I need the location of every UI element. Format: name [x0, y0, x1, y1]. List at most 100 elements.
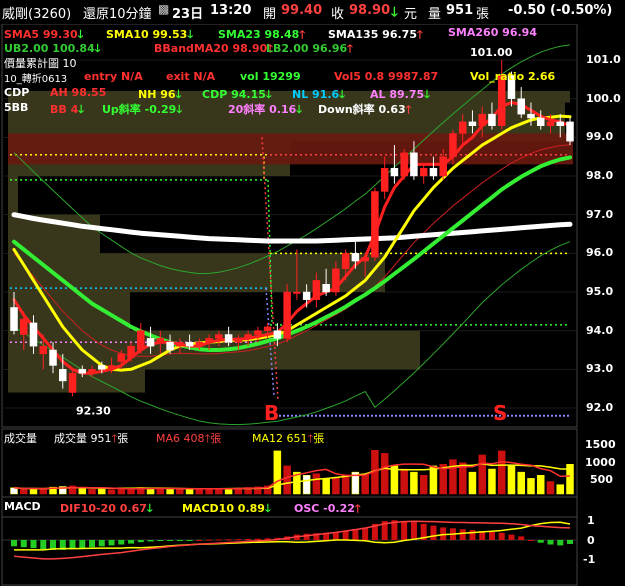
volume-label: 量 — [428, 7, 442, 22]
candlestick — [536, 117, 545, 126]
volume-bar — [39, 488, 48, 495]
osc-bar — [410, 522, 417, 540]
candlestick — [478, 113, 486, 126]
price-tick-label: 97.0 — [586, 207, 614, 221]
volume-bar — [332, 477, 340, 495]
osc-bar — [440, 527, 447, 540]
osc-bar — [98, 540, 105, 547]
candlestick — [244, 334, 252, 339]
price-tick-label: 99.0 — [586, 130, 614, 144]
osc-bar — [89, 540, 96, 548]
candlestick — [29, 322, 38, 347]
volume-bar — [517, 471, 525, 495]
osc-bar — [567, 540, 573, 544]
volume-bar — [536, 475, 545, 495]
volume-profile-bar — [8, 176, 18, 215]
macd-dif: DIF10-20 0.67🡓 — [60, 502, 153, 515]
volume-current: 成交量 951🡑張 — [54, 432, 129, 445]
osc-bar — [459, 529, 466, 540]
candlestick — [254, 330, 262, 335]
osc-bar — [527, 540, 534, 541]
price-tick-label: 95.0 — [586, 285, 614, 298]
candlestick — [400, 152, 408, 177]
indicator-label: BBandMA20 98.90🡑 — [154, 42, 274, 55]
osc-bar — [118, 540, 125, 545]
candlestick — [88, 369, 96, 374]
down-arrow-icon: 🡓 — [391, 5, 398, 20]
osc-bar — [30, 540, 37, 549]
volume-bar — [107, 489, 116, 495]
price-tick-label: 93.0 — [586, 362, 614, 376]
osc-bar — [167, 540, 174, 541]
close-unit: 元 — [404, 7, 418, 22]
osc-bar — [332, 532, 339, 540]
indicator-label: BB 4🡓 — [50, 103, 84, 116]
osc-bar — [557, 540, 564, 546]
volume-bar — [380, 453, 389, 495]
candlestick — [361, 256, 369, 262]
osc-bar — [469, 530, 476, 540]
osc-bar — [79, 540, 86, 549]
volume-bar — [468, 471, 477, 495]
period-mode[interactable]: 還原10分鐘 — [83, 3, 152, 22]
indicator-label: LB2.00 96.96🡑 — [266, 42, 353, 55]
low-annotation: 92.30 — [76, 404, 111, 417]
down-arrow-icon: 🡓 — [339, 88, 345, 101]
candlestick — [137, 330, 145, 351]
macd-tick: 1 — [587, 514, 595, 527]
volume-bar — [497, 450, 506, 495]
candlestick — [59, 369, 67, 382]
candlestick — [419, 168, 428, 177]
volume-bar — [556, 484, 564, 495]
candlestick — [332, 268, 340, 293]
macd-tick: 0 — [587, 534, 595, 547]
macd-panel-title: MACD — [4, 500, 41, 513]
volume-bar — [215, 488, 223, 495]
volume-tick: 1500 — [585, 438, 616, 451]
indicator-label: vol 19299 — [240, 70, 301, 83]
candlestick — [195, 342, 204, 347]
osc-bar — [108, 540, 115, 546]
osc-bar — [518, 536, 525, 540]
candlestick — [107, 365, 116, 370]
volume-bar — [507, 465, 516, 495]
volume-profile-label: 價量累計圖 10 — [4, 57, 77, 70]
calendar-icon[interactable]: ▩ — [158, 2, 169, 16]
price-tick-label: 101.0 — [586, 53, 621, 66]
candlestick — [497, 75, 506, 126]
volume-bar — [527, 478, 535, 495]
osc-bar — [128, 540, 135, 544]
price-tick-label: 100.0 — [586, 91, 621, 105]
macd-osc: OSC -0.22🡑 — [294, 502, 361, 515]
volume-bar — [166, 489, 174, 495]
candlestick — [390, 168, 399, 177]
up-arrow-icon: 🡑 — [416, 28, 423, 41]
candlestick — [439, 156, 447, 177]
osc-bar — [362, 527, 369, 540]
osc-bar — [206, 539, 213, 541]
candlestick — [322, 284, 330, 293]
osc-bar — [40, 540, 47, 549]
down-arrow-icon: 🡓 — [94, 42, 101, 55]
volume-bar — [478, 454, 486, 495]
osc-bar — [225, 539, 232, 541]
candlestick — [273, 330, 282, 339]
indicator-label: exit N/A — [166, 70, 216, 83]
close-value: 98.90 — [349, 3, 391, 18]
candlestick — [371, 191, 379, 258]
stock-name: 威剛(3260) — [2, 7, 72, 22]
candlestick — [517, 98, 525, 115]
osc-bar — [20, 540, 27, 548]
volume-ma6: MA6 408🡑張 — [156, 432, 222, 445]
osc-bar — [176, 540, 183, 541]
osc-bar — [508, 534, 515, 540]
volume-bar — [78, 488, 87, 495]
price-tick-label: 94.0 — [586, 323, 614, 337]
volume-bar — [273, 450, 282, 495]
osc-bar — [196, 540, 203, 541]
volume-bar — [410, 471, 418, 495]
stock-chart-window: 威剛(3260) 還原10分鐘 ▩ 23日 13:20 開 99.40 收 98… — [0, 0, 625, 586]
indicator-label: 20斜率 0.16🡓 — [228, 103, 303, 116]
osc-bar — [11, 540, 17, 547]
volume-ma12: MA12 651🡑張 — [252, 432, 325, 445]
